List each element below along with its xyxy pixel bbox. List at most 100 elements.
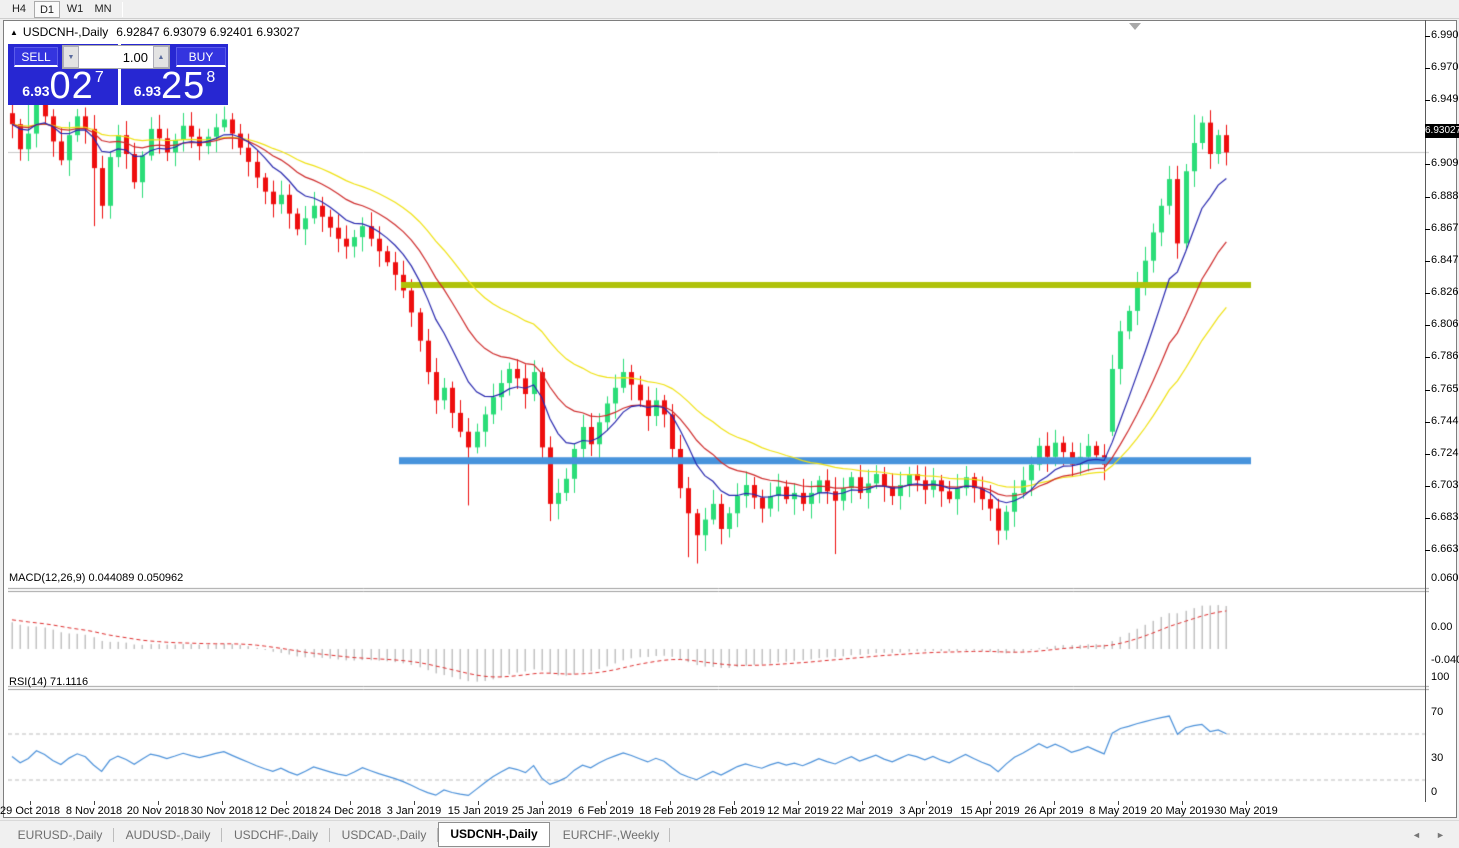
volume-stepper: ▼ ▲ [62, 45, 170, 69]
price-axis-tick [1425, 261, 1430, 263]
price-axis-label: 6.90910 [1431, 157, 1459, 170]
price-axis-tick [1425, 100, 1430, 102]
chart-tab-usdcad[interactable]: USDCAD-,Daily [332, 825, 436, 847]
date-axis-tick [94, 801, 95, 805]
macd-axis-label: -0.04041 [1431, 653, 1459, 666]
collapse-panel-icon[interactable]: ▲ [10, 28, 18, 37]
price-axis-tick [1425, 518, 1430, 520]
date-axis-tick [990, 801, 991, 805]
buy-price: 6.93 25 8 [121, 65, 228, 107]
price-axis-label: 6.72430 [1431, 447, 1459, 460]
timeframe-toolbar: H4 D1 W1 MN [0, 0, 1459, 19]
timeframe-button-h4[interactable]: H4 [6, 1, 32, 18]
chart-symbol-row: ▲ USDCNH-,Daily 6.92847 6.93079 6.92401 6.… [10, 25, 300, 39]
date-axis-tick [350, 801, 351, 805]
toolbar-separator [122, 1, 123, 17]
price-axis-tick [1425, 293, 1430, 295]
price-axis-label: 6.76510 [1431, 383, 1459, 396]
date-axis-tick [926, 801, 927, 805]
price-axis-label: 6.94990 [1431, 93, 1459, 106]
price-axis-label: 6.84730 [1431, 254, 1459, 267]
price-axis-tick [1425, 229, 1430, 231]
price-axis-tick [1425, 197, 1430, 199]
volume-increase-button[interactable]: ▲ [153, 46, 169, 68]
sell-price-prefix: 6.93 [22, 83, 50, 99]
price-axis-label: 6.97030 [1431, 61, 1459, 74]
price-axis-tick [1425, 36, 1430, 38]
chart-tab-eurchf[interactable]: EURCHF-,Weekly [554, 825, 668, 847]
price-axis-label: 6.88810 [1431, 190, 1459, 203]
date-axis-tick [670, 801, 671, 805]
price-axis-label: 6.68350 [1431, 511, 1459, 524]
price-axis-tick [1425, 164, 1430, 166]
price-axis-label: 6.80650 [1431, 318, 1459, 331]
sell-price-big: 02 [49, 65, 94, 107]
date-axis-tick [1246, 801, 1247, 805]
timeframe-button-d1[interactable]: D1 [34, 0, 60, 18]
sell-price-pip: 7 [94, 69, 104, 86]
ohlc-values: 6.92847 6.93079 6.92401 6.93027 [116, 25, 300, 39]
buy-button[interactable]: BUY [176, 47, 226, 67]
chart-window [3, 20, 1457, 823]
price-axis-label: 6.74470 [1431, 415, 1459, 428]
volume-input[interactable] [79, 46, 153, 68]
buy-price-prefix: 6.93 [133, 83, 162, 99]
tab-separator [113, 828, 114, 842]
date-axis-label: 30 May 2019 [1214, 805, 1278, 817]
price-axis-tick [1425, 486, 1430, 488]
chart-tab-usdchf[interactable]: USDCHF-,Daily [224, 825, 328, 847]
sell-button[interactable]: SELL [14, 47, 58, 67]
date-axis-tick [222, 801, 223, 805]
tab-separator [221, 828, 222, 842]
date-axis-tick [1182, 801, 1183, 805]
macd-label: MACD(12,26,9) 0.044089 0.050962 [9, 572, 184, 584]
price-axis-tick [1425, 357, 1430, 359]
buy-price-big: 25 [161, 65, 206, 107]
price-axis-tick [1425, 390, 1430, 392]
price-chart-canvas[interactable] [8, 41, 1429, 823]
macd-axis-label: 0.00 [1431, 621, 1453, 633]
date-axis-tick [1118, 801, 1119, 805]
price-axis-label: 6.82690 [1431, 286, 1459, 299]
tab-scroll-right-icon[interactable]: ► [1436, 830, 1445, 840]
buy-price-pip: 8 [206, 69, 216, 86]
rsi-axis-label: 70 [1431, 705, 1444, 718]
chart-tab-audusd[interactable]: AUDUSD-,Daily [116, 825, 220, 847]
tab-scroll-left-icon[interactable]: ◄ [1412, 830, 1421, 840]
tab-separator [669, 828, 670, 842]
date-axis-tick [30, 801, 31, 805]
price-axis-tick [1425, 68, 1430, 70]
price-axis-tick [1425, 325, 1430, 327]
date-axis-tick [542, 801, 543, 805]
date-axis-tick [734, 801, 735, 805]
rsi-axis-label: 30 [1431, 751, 1444, 764]
date-axis-tick [606, 801, 607, 805]
chart-tab-usdcnh[interactable]: USDCNH-,Daily [438, 822, 550, 847]
price-axis-label: 6.78610 [1431, 350, 1459, 363]
timeframe-button-mn[interactable]: MN [90, 1, 116, 18]
one-click-trading-panel: SELL 6.93 02 7 BUY 6.93 25 8 ▼ ▲ [8, 44, 228, 105]
date-axis-tick [478, 801, 479, 805]
date-axis-tick [158, 801, 159, 805]
chart-tab-eurusd[interactable]: EURUSD-,Daily [8, 825, 112, 847]
date-axis-tick [414, 801, 415, 805]
rsi-axis-label: 100 [1431, 671, 1450, 683]
chart-tab-bar: ◄ ► EURUSD-,Daily AUDUSD-,Daily USDCHF-,Da… [0, 820, 1459, 848]
date-axis-tick [798, 801, 799, 805]
rsi-axis-label: 0 [1431, 786, 1438, 798]
timeframe-button-w1[interactable]: W1 [62, 1, 88, 18]
rsi-label: RSI(14) 71.1116 [9, 676, 89, 688]
price-axis-label: 6.70390 [1431, 479, 1459, 492]
sell-price: 6.93 02 7 [8, 65, 118, 107]
price-axis-tick [1425, 422, 1430, 424]
price-axis-tick [1425, 454, 1430, 456]
macd-axis-label: 0.060342 [1431, 572, 1459, 585]
mt4-application: H4 D1 W1 MN ▲ USDCNH-,Daily 6.92847 6.93079 6… [0, 0, 1459, 848]
price-axis-label: 6.99070 [1431, 29, 1459, 42]
price-axis-label: 6.66310 [1431, 543, 1459, 556]
symbol-name: USDCNH-,Daily [22, 25, 109, 39]
chart-shift-icon[interactable] [1129, 23, 1141, 30]
date-axis-tick [286, 801, 287, 805]
price-axis-label: 6.86770 [1431, 222, 1459, 235]
volume-decrease-button[interactable]: ▼ [63, 46, 79, 68]
